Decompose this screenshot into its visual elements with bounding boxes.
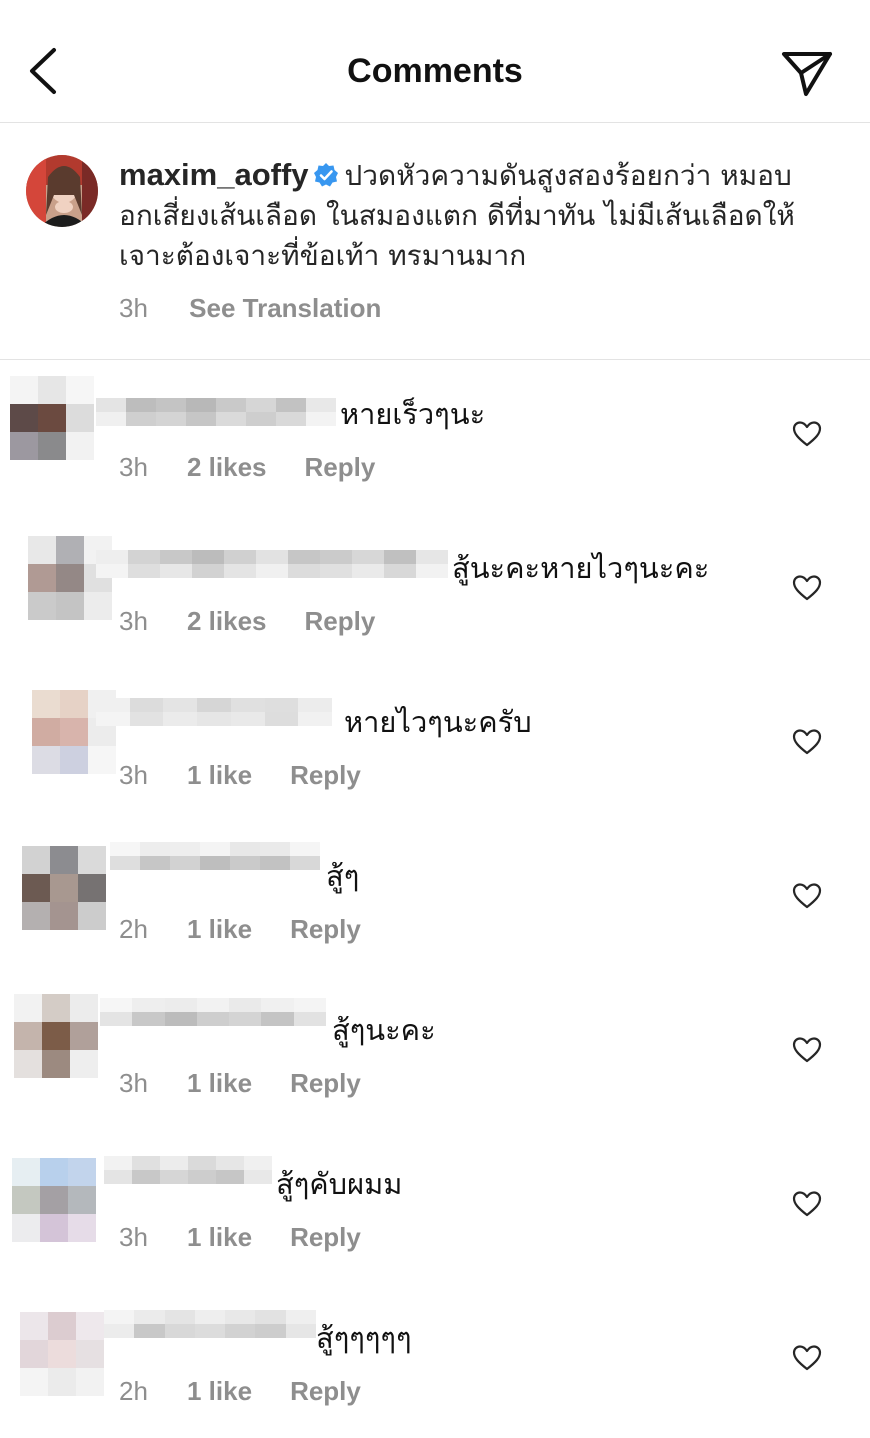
comment-meta: 2h 1 like Reply [119,1376,361,1407]
paper-plane-icon [782,52,832,96]
comment-item: สู้ๆ 2h 1 like Reply [0,822,870,976]
blurred-username[interactable] [100,998,326,1026]
blurred-username[interactable] [104,1156,272,1184]
avatar[interactable] [22,846,106,930]
comment-likes[interactable]: 2 likes [187,606,267,636]
reply-button[interactable]: Reply [305,606,376,636]
comment-text: สู้ๆนะคะ [332,1013,436,1047]
comment-likes[interactable]: 1 like [187,914,252,944]
comment-item: สู้นะคะหายไวๆนะคะ 3h 2 likes Reply [0,514,870,668]
comment-meta: 3h 2 likes Reply [119,452,375,483]
avatar[interactable] [20,1312,104,1396]
comment-time: 3h [119,760,148,790]
comment-meta: 2h 1 like Reply [119,914,361,945]
caption-line-3: เจาะต้องเจาะที่ข้อเท้า ทรมานมาก [119,239,527,272]
comment-item: หายเร็วๆนะ 3h 2 likes Reply [0,360,870,514]
reply-button[interactable]: Reply [290,1376,361,1406]
heart-outline-icon[interactable] [792,882,822,910]
caption-line-1: ปวดหัวความดันสูงสองร้อยกว่า หมอบ [344,159,792,192]
reply-button[interactable]: Reply [290,914,361,944]
heart-outline-icon[interactable] [792,1036,822,1064]
avatar[interactable] [12,1158,96,1242]
comment-meta: 3h 1 like Reply [119,1222,361,1253]
comment-text: หายไวๆนะครับ [344,705,532,739]
comment-likes[interactable]: 1 like [187,760,252,790]
avatar[interactable] [28,536,112,620]
comment-time: 3h [119,1222,148,1252]
blurred-username[interactable] [96,550,448,578]
reply-button[interactable]: Reply [290,1222,361,1252]
comment-meta: 3h 1 like Reply [119,760,361,791]
reply-button[interactable]: Reply [290,760,361,790]
comment-likes[interactable]: 1 like [187,1222,252,1252]
comment-text: หายเร็วๆนะ [340,397,486,431]
page-title: Comments [347,52,523,90]
post-caption: maxim_aoffy ปวดหัวความดันสูงสองร้อยกว่า ห… [0,123,870,360]
reply-button[interactable]: Reply [290,1068,361,1098]
comment-likes[interactable]: 1 like [187,1376,252,1406]
blurred-username[interactable] [104,1310,316,1338]
verified-badge-icon [313,163,338,187]
see-translation-button[interactable]: See Translation [189,293,381,323]
heart-outline-icon[interactable] [792,420,822,448]
comment-text: สู้ๆๆๆๆๆ [316,1321,412,1355]
heart-outline-icon[interactable] [792,1190,822,1218]
caption-username[interactable]: maxim_aoffy [119,157,309,192]
avatar[interactable] [10,376,94,460]
comment-meta: 3h 2 likes Reply [119,606,375,637]
comment-time: 2h [119,914,148,944]
comment-item: สู้ๆๆๆๆๆ 2h 1 like Reply [0,1284,870,1438]
reply-button[interactable]: Reply [305,452,376,482]
header-bar: Comments [0,0,870,123]
caption-text: maxim_aoffy ปวดหัวความดันสูงสองร้อยกว่า ห… [119,155,839,276]
comment-time: 2h [119,1376,148,1406]
heart-outline-icon[interactable] [792,574,822,602]
heart-outline-icon[interactable] [792,1344,822,1372]
caption-line-2: อกเสี่ยงเส้นเลือด ในสมองแตก ดีที่มาทัน ไ… [119,199,795,232]
caption-time: 3h [119,293,148,323]
avatar[interactable] [26,155,98,227]
share-button[interactable] [780,46,834,100]
comment-item: สู้ๆนะคะ 3h 1 like Reply [0,976,870,1130]
comment-text: สู้ๆ [326,859,360,893]
comment-time: 3h [119,452,148,482]
comment-meta: 3h 1 like Reply [119,1068,361,1099]
blurred-username[interactable] [110,842,320,870]
blurred-username[interactable] [96,698,333,726]
comment-time: 3h [119,606,148,636]
heart-outline-icon[interactable] [792,728,822,756]
comment-item: หายไวๆนะครับ 3h 1 like Reply [0,668,870,822]
comment-text: สู้นะคะหายไวๆนะคะ [452,551,710,585]
avatar[interactable] [14,994,98,1078]
comment-likes[interactable]: 2 likes [187,452,267,482]
comment-item: สู้ๆคับผมม 3h 1 like Reply [0,1130,870,1284]
comment-text: สู้ๆคับผมม [276,1167,403,1201]
caption-meta: 3h See Translation [119,293,381,324]
blurred-username[interactable] [96,398,336,426]
comment-time: 3h [119,1068,148,1098]
comment-likes[interactable]: 1 like [187,1068,252,1098]
